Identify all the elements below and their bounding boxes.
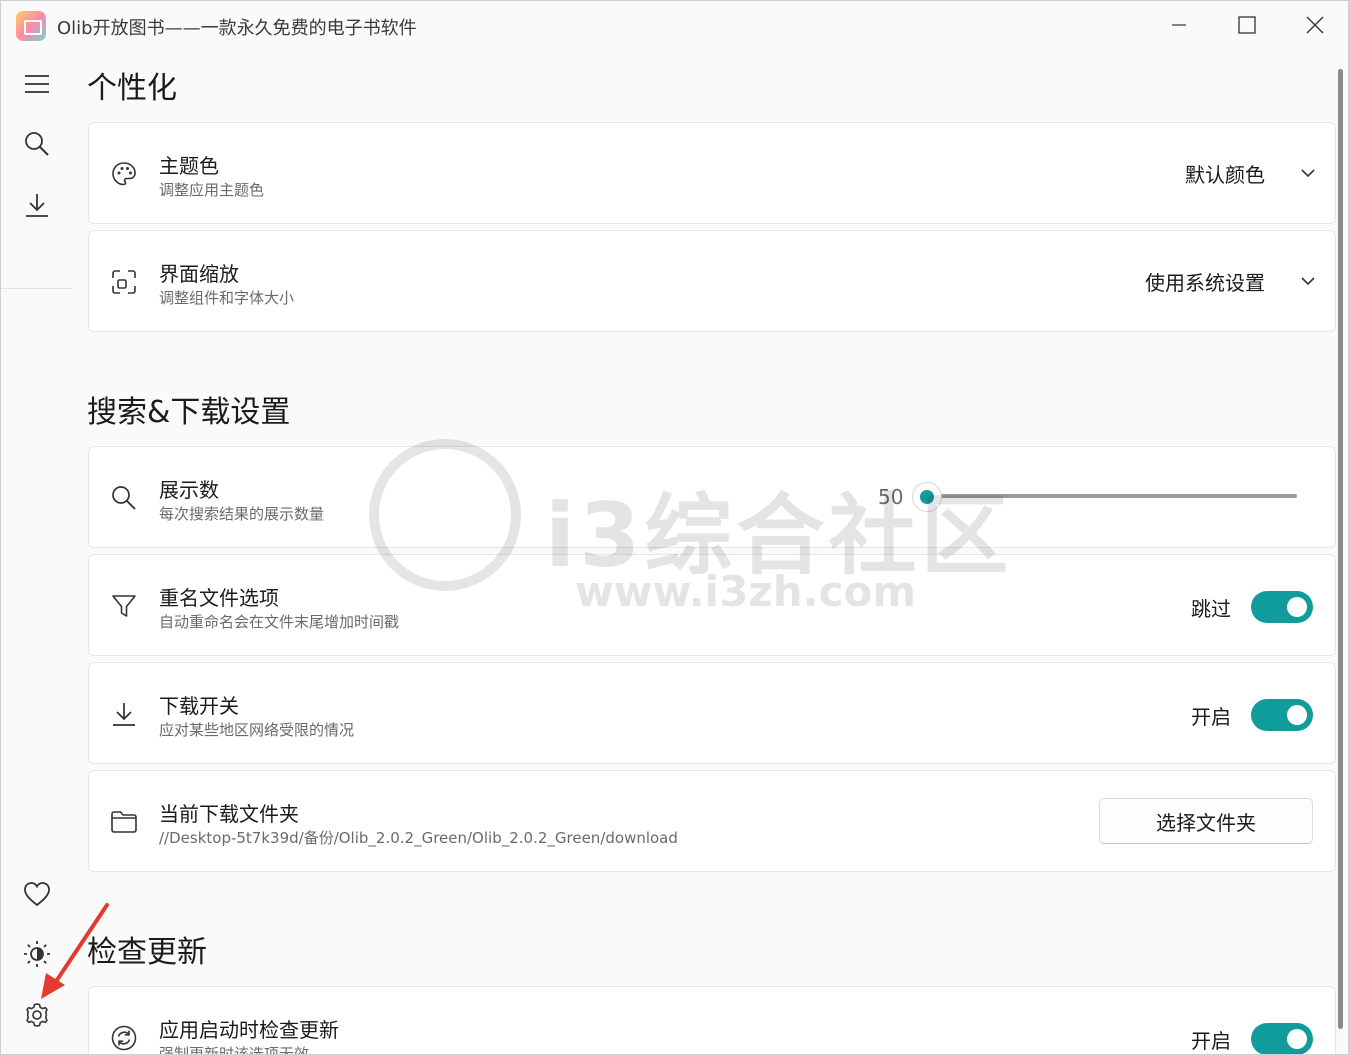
side-navigation [1, 51, 73, 1054]
toggle-label: 开启 [1191, 704, 1231, 729]
nav-search[interactable] [9, 119, 65, 169]
toggle-knob [1287, 705, 1307, 725]
setting-description: 应对某些地区网络受限的情况 [159, 721, 355, 739]
title-bar: Olib开放图书——一款永久免费的电子书软件 [1, 1, 1348, 51]
window-title: Olib开放图书——一款永久免费的电子书软件 [57, 18, 417, 39]
section-title-update: 检查更新 [87, 935, 207, 970]
setting-card-display-count: 展示数 每次搜索结果的展示数量 50 [88, 446, 1336, 548]
setting-title: 当前下载文件夹 [159, 802, 299, 826]
brightness-icon [24, 941, 50, 967]
download-icon [109, 699, 139, 729]
setting-card-download-folder: 当前下载文件夹 //Desktop-5t7k39d/备份/Olib_2.0.2_… [88, 770, 1336, 872]
nav-theme-toggle[interactable] [9, 929, 65, 979]
toggle-label: 跳过 [1191, 596, 1231, 621]
setting-card-interface-scale: 界面缩放 调整组件和字体大小 使用系统设置 [88, 230, 1336, 332]
settings-gear-icon [26, 1003, 48, 1027]
nav-divider [1, 288, 73, 289]
section-title-personalize: 个性化 [87, 71, 177, 106]
setting-title: 下载开关 [159, 694, 239, 718]
download-folder-path: //Desktop-5t7k39d/备份/Olib_2.0.2_Green/Ol… [159, 829, 678, 847]
setting-title: 应用启动时检查更新 [159, 1018, 339, 1042]
interface-scale-dropdown[interactable]: 使用系统设置 [1145, 261, 1315, 301]
nav-favorites[interactable] [9, 869, 65, 919]
app-logo-icon [16, 11, 46, 41]
dropdown-value: 默认颜色 [1185, 162, 1265, 187]
setting-description: 每次搜索结果的展示数量 [159, 505, 325, 523]
setting-title: 界面缩放 [159, 262, 239, 286]
rename-toggle-switch[interactable] [1251, 591, 1313, 623]
vertical-scrollbar[interactable] [1338, 69, 1343, 1029]
setting-title: 展示数 [159, 478, 219, 502]
close-button[interactable] [1281, 1, 1348, 49]
setting-description: 强制更新时该选项无效 [159, 1045, 310, 1055]
auto-update-toggle-group: 开启 [1191, 1022, 1313, 1054]
setting-card-download-switch: 下载开关 应对某些地区网络受限的情况 开启 [88, 662, 1336, 764]
minimize-button[interactable] [1145, 1, 1213, 49]
slider-value: 50 [878, 485, 904, 509]
search-icon [25, 132, 49, 156]
scale-icon [109, 267, 139, 297]
toggle-label: 开启 [1191, 1028, 1231, 1053]
display-count-slider-track[interactable] [929, 494, 1297, 498]
setting-card-auto-update: 应用启动时检查更新 强制更新时该选项无效 开启 [88, 986, 1336, 1055]
search-icon [109, 483, 139, 513]
nav-menu-toggle[interactable] [9, 59, 65, 109]
setting-title: 重名文件选项 [159, 586, 279, 610]
download-toggle-switch[interactable] [1251, 699, 1313, 731]
heart-icon [24, 882, 50, 907]
nav-settings[interactable] [9, 990, 65, 1040]
download-icon [26, 194, 48, 217]
folder-icon [109, 807, 139, 837]
maximize-button[interactable] [1213, 1, 1281, 49]
minimize-icon [1172, 24, 1186, 26]
toggle-knob [1287, 1029, 1307, 1049]
hamburger-menu-icon [25, 75, 49, 93]
theme-color-dropdown[interactable]: 默认颜色 [1185, 153, 1315, 193]
setting-description: 调整组件和字体大小 [159, 289, 295, 307]
close-icon [1306, 16, 1324, 34]
dropdown-value: 使用系统设置 [1145, 270, 1265, 295]
setting-card-rename-option: 重名文件选项 自动重命名会在文件末尾增加时间戳 跳过 [88, 554, 1336, 656]
setting-description: 调整应用主题色 [159, 181, 265, 199]
filter-icon [109, 591, 139, 621]
display-count-slider-thumb[interactable] [912, 482, 942, 512]
chevron-down-icon [1301, 276, 1315, 285]
chevron-down-icon [1301, 168, 1315, 177]
palette-icon [109, 159, 139, 189]
settings-content: 个性化 主题色 调整应用主题色 默认颜色 界面缩放 调整组件和字体大小 使用系统… [73, 51, 1338, 1055]
nav-download[interactable] [9, 180, 65, 230]
setting-title: 主题色 [159, 154, 219, 178]
app-window: Olib开放图书——一款永久免费的电子书软件 个性化 主题色 调整应用主题色 默… [0, 0, 1349, 1055]
choose-folder-button[interactable]: 选择文件夹 [1099, 798, 1313, 844]
refresh-icon [109, 1023, 139, 1053]
setting-card-theme-color: 主题色 调整应用主题色 默认颜色 [88, 122, 1336, 224]
toggle-knob [1287, 597, 1307, 617]
rename-toggle-group: 跳过 [1191, 590, 1313, 624]
setting-description: 自动重命名会在文件末尾增加时间戳 [159, 613, 400, 631]
section-title-search-download: 搜索&下载设置 [87, 395, 291, 430]
auto-update-toggle-switch[interactable] [1251, 1023, 1313, 1054]
download-toggle-group: 开启 [1191, 698, 1313, 732]
maximize-icon [1238, 16, 1256, 34]
